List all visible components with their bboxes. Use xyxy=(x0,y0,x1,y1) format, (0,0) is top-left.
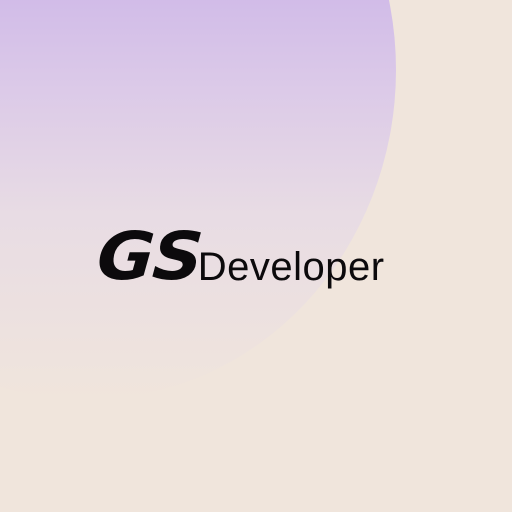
brand-logo: GS Developer xyxy=(94,218,385,295)
gradient-circle xyxy=(0,0,396,400)
logo-wordmark: Developer xyxy=(197,245,385,289)
logo-mark: GS xyxy=(94,218,204,295)
splash-canvas: GS Developer xyxy=(0,0,512,512)
